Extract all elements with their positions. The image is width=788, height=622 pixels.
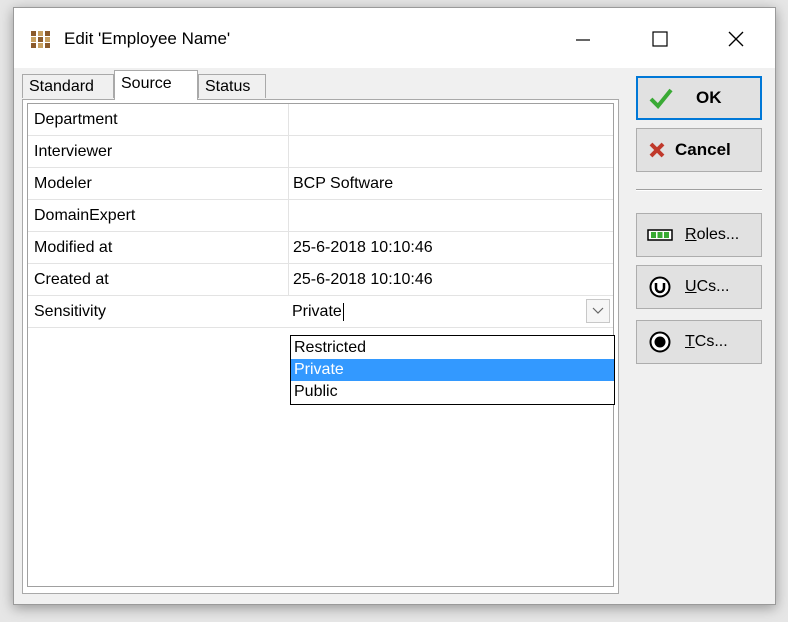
sensitivity-value: Private [292,303,342,320]
property-value[interactable]: 25-6-2018 10:10:46 [288,232,613,263]
check-icon [649,88,673,109]
table-row[interactable]: DomainExpert [28,200,613,232]
property-label: DomainExpert [34,207,136,224]
property-label: Sensitivity [34,303,107,320]
roles-button[interactable]: Roles... [636,213,762,257]
option-public[interactable]: Public [291,381,614,403]
minimize-button[interactable] [560,20,606,58]
table-row[interactable]: Modified at 25-6-2018 10:10:46 [28,232,613,264]
button-separator [636,189,762,191]
property-grid: Department Interviewer Modeler BCP Softw… [27,103,615,587]
sensitivity-combobox[interactable]: Private [290,297,610,326]
table-row[interactable]: Department [28,104,613,136]
property-label: Department [34,111,118,128]
tab-source[interactable]: Source [114,70,198,100]
ucs-button[interactable]: UCs... [636,265,762,309]
use-case-icon [649,276,671,298]
table-row[interactable]: Modeler BCP Software [28,168,613,200]
property-label: Interviewer [34,143,113,160]
test-case-icon [649,331,671,353]
property-label: Created at [34,271,109,288]
chevron-down-icon [592,307,604,314]
property-value[interactable]: BCP Software [288,168,613,199]
roles-icon [647,229,673,241]
option-private[interactable]: Private [291,359,614,381]
title-bar[interactable]: Edit 'Employee Name' [14,8,775,68]
dropdown-button[interactable] [586,299,610,323]
maximize-button[interactable] [637,20,683,58]
ok-label: OK [696,88,722,107]
edit-dialog: Edit 'Employee Name' Standard Source Sta… [13,7,776,605]
tab-standard[interactable]: Standard [22,74,114,98]
table-row[interactable]: Sensitivity Private [28,296,613,328]
close-button[interactable] [713,20,759,58]
sensitivity-dropdown-list: Restricted Private Public [290,335,615,405]
cancel-label: Cancel [675,140,731,159]
tcs-button[interactable]: TCs... [636,320,762,364]
option-restricted[interactable]: Restricted [291,337,614,359]
cancel-button[interactable]: Cancel [636,128,762,172]
maximize-icon [652,31,668,47]
close-icon [728,31,744,47]
property-value[interactable] [288,200,613,231]
ok-button[interactable]: OK [636,76,762,120]
property-value[interactable] [288,136,613,167]
table-row[interactable]: Created at 25-6-2018 10:10:46 [28,264,613,296]
table-row[interactable]: Interviewer [28,136,613,168]
app-grid-icon [31,31,51,49]
window-title: Edit 'Employee Name' [64,29,231,48]
property-label: Modeler [34,175,92,192]
tab-status[interactable]: Status [198,74,266,98]
property-label: Modified at [34,239,113,256]
x-icon [649,142,665,158]
property-value[interactable]: 25-6-2018 10:10:46 [288,264,613,295]
minimize-icon [576,39,590,41]
property-value[interactable] [288,104,613,135]
source-panel: Department Interviewer Modeler BCP Softw… [22,99,619,594]
